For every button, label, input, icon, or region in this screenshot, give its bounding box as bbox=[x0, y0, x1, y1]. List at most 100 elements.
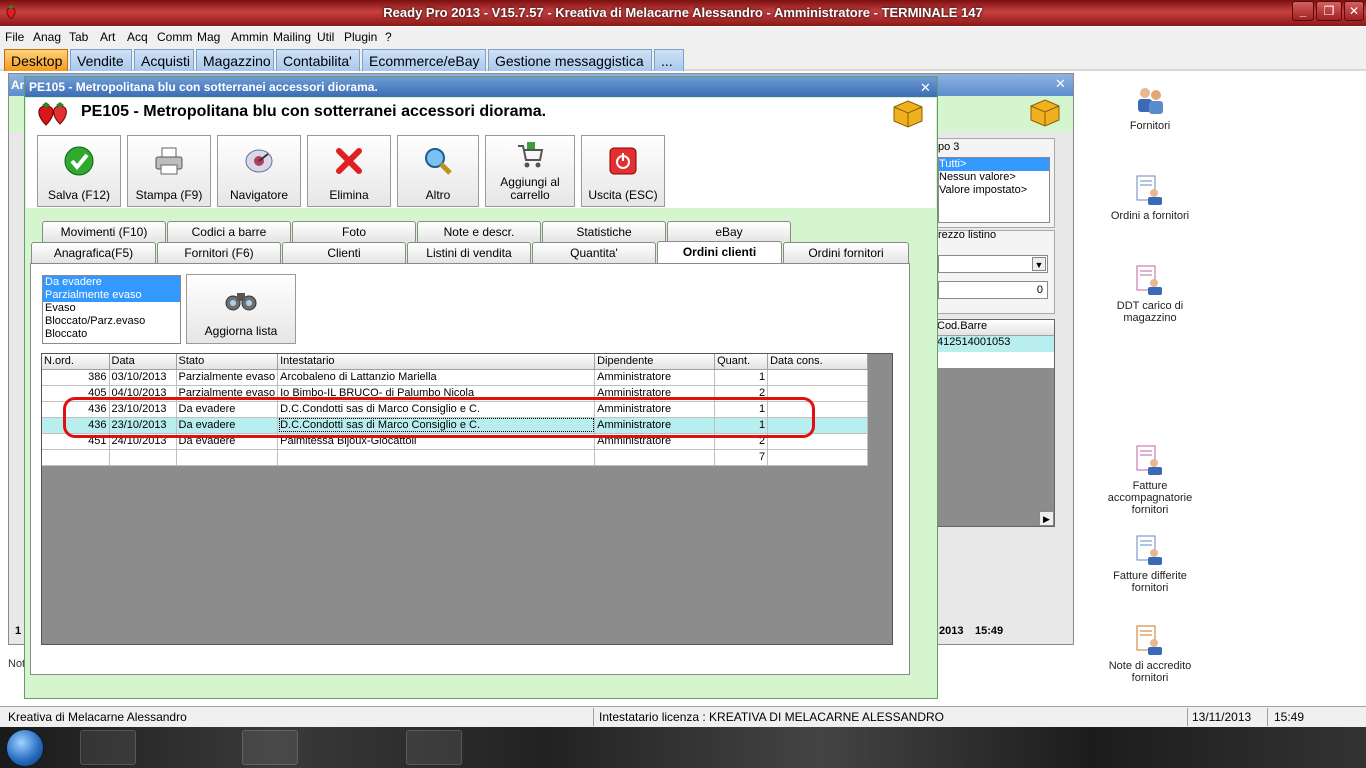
desktop-icon-fatture-accompagnatorie[interactable]: Fatture accompagnatorie fornitori bbox=[1095, 444, 1205, 516]
status-option[interactable]: Bloccato/Parz.evaso bbox=[43, 315, 180, 328]
start-button[interactable] bbox=[6, 729, 44, 767]
tab-movimenti[interactable]: Movimenti (F10) bbox=[42, 221, 166, 242]
group3-option[interactable]: Tutti> bbox=[939, 158, 1049, 171]
tab-vendite[interactable]: Vendite bbox=[70, 49, 132, 71]
taskbar-app[interactable] bbox=[242, 730, 298, 765]
background-window-close-icon[interactable]: ✕ bbox=[1055, 76, 1066, 92]
group3-option[interactable]: Nessun valore> bbox=[939, 171, 1049, 184]
column-header-stato[interactable]: Stato bbox=[176, 354, 279, 370]
print-button[interactable]: Stampa (F9) bbox=[127, 135, 211, 207]
column-header-quant[interactable]: Quant. bbox=[714, 354, 769, 370]
menu-ammin[interactable]: Ammin bbox=[231, 30, 268, 44]
table-row[interactable]: 386 03/10/2013 Parzialmente evaso Arcoba… bbox=[42, 369, 869, 386]
scroll-right-icon[interactable]: ▶ bbox=[1039, 511, 1054, 526]
tab-clienti[interactable]: Clienti bbox=[282, 242, 406, 263]
tab-foto[interactable]: Foto bbox=[292, 221, 416, 242]
navigator-button[interactable]: Navigatore bbox=[217, 135, 301, 207]
status-filter-list[interactable]: Da evadere Parzialmente evaso Evaso Bloc… bbox=[42, 275, 181, 344]
status-option[interactable]: Bloccato bbox=[43, 328, 180, 341]
menu-file[interactable]: File bbox=[5, 30, 24, 44]
product-window: PE105 - Metropolitana blu con sotterrane… bbox=[24, 76, 938, 699]
check-icon bbox=[64, 146, 94, 176]
background-window-title: Ar bbox=[11, 78, 25, 92]
tab-ebay[interactable]: eBay bbox=[667, 221, 791, 242]
delete-button[interactable]: Elimina bbox=[307, 135, 391, 207]
add-to-cart-button-label: Aggiungi al carrello bbox=[500, 175, 560, 202]
taskbar-app-readypro[interactable] bbox=[80, 730, 136, 765]
status-option[interactable]: Da evadere bbox=[43, 276, 180, 289]
tab-note-descr[interactable]: Note e descr. bbox=[417, 221, 541, 242]
save-button[interactable]: Salva (F12) bbox=[37, 135, 121, 207]
price-list-select[interactable]: ▼ bbox=[938, 255, 1048, 273]
column-header-nord[interactable]: N.ord. bbox=[42, 354, 110, 370]
column-header-intestatario[interactable]: Intestatario bbox=[277, 354, 596, 370]
desktop-icon-note-accredito[interactable]: Note di accredito fornitori bbox=[1095, 624, 1205, 684]
menu-acq[interactable]: Acq bbox=[127, 30, 148, 44]
refresh-list-button[interactable]: Aggiorna lista bbox=[186, 274, 296, 344]
menu-plugin[interactable]: Plugin bbox=[344, 30, 377, 44]
close-button[interactable]: ✕ bbox=[1344, 1, 1364, 21]
desktop-icon-ordini-fornitori[interactable]: Ordini a fornitori bbox=[1095, 174, 1205, 222]
chevron-down-icon[interactable]: ▼ bbox=[1032, 257, 1046, 271]
tab-anagrafica[interactable]: Anagrafica(F5) bbox=[31, 242, 156, 263]
cell-delivery-date[interactable] bbox=[767, 369, 869, 386]
maximize-button[interactable]: ❐ bbox=[1316, 1, 1342, 21]
column-header-data[interactable]: Data bbox=[109, 354, 177, 370]
tab-statistiche[interactable]: Statistiche bbox=[542, 221, 666, 242]
orders-panel: Da evadere Parzialmente evaso Evaso Bloc… bbox=[30, 263, 910, 675]
menu-tab[interactable]: Tab bbox=[69, 30, 88, 44]
minimize-button[interactable]: _ bbox=[1292, 1, 1314, 21]
system-tray[interactable] bbox=[1000, 735, 1340, 759]
tab-ordini-fornitori[interactable]: Ordini fornitori bbox=[783, 242, 909, 263]
background-window-left-strip bbox=[9, 151, 25, 621]
cell-order-number bbox=[42, 449, 110, 466]
tab-desktop[interactable]: Desktop bbox=[4, 49, 68, 71]
status-option[interactable]: Evaso bbox=[43, 302, 180, 315]
tab-listini-vendita[interactable]: Listini di vendita bbox=[407, 242, 531, 263]
main-tabs: Desktop Vendite Acquisti Magazzino Conta… bbox=[0, 47, 1366, 71]
tab-messaggistica[interactable]: Gestione messaggistica bbox=[488, 49, 652, 71]
group3-option[interactable]: Valore impostato> bbox=[939, 184, 1049, 197]
cell-customer[interactable]: Arcobaleno di Lattanzio Mariella bbox=[277, 369, 596, 386]
barcode-cell[interactable]: 412514001053 bbox=[934, 336, 1054, 352]
desktop-icon-fornitori[interactable]: Fornitori bbox=[1095, 84, 1205, 132]
menu-art[interactable]: Art bbox=[100, 30, 115, 44]
cell-date[interactable]: 03/10/2013 bbox=[109, 369, 177, 386]
price-value-field[interactable]: 0 bbox=[938, 281, 1048, 299]
status-option[interactable]: Parzialmente evaso bbox=[43, 289, 180, 302]
tab-codici-barre[interactable]: Codici a barre bbox=[167, 221, 291, 242]
product-window-close-icon[interactable]: ✕ bbox=[920, 80, 931, 96]
menu-util[interactable]: Util bbox=[317, 30, 334, 44]
column-header-data-cons[interactable]: Data cons. bbox=[767, 354, 869, 370]
menu-anag[interactable]: Anag bbox=[33, 30, 61, 44]
tab-contabilita[interactable]: Contabilita' bbox=[276, 49, 360, 71]
menu-comm[interactable]: Comm bbox=[157, 30, 192, 44]
column-header-dipendente[interactable]: Dipendente bbox=[594, 354, 716, 370]
add-to-cart-button[interactable]: Aggiungi al carrello bbox=[485, 135, 575, 207]
menu-help[interactable]: ? bbox=[385, 30, 392, 44]
cell-employee[interactable]: Amministratore bbox=[594, 369, 716, 386]
tab-fornitori[interactable]: Fornitori (F6) bbox=[157, 242, 281, 263]
status-time: 15:49 bbox=[1274, 710, 1305, 724]
other-button[interactable]: Altro bbox=[397, 135, 479, 207]
tab-magazzino[interactable]: Magazzino bbox=[196, 49, 274, 71]
tab-quantita[interactable]: Quantita' bbox=[532, 242, 656, 263]
cell-status[interactable]: Parzialmente evaso bbox=[176, 369, 279, 386]
desktop-icon-ddt[interactable]: DDT carico di magazzino bbox=[1095, 264, 1205, 324]
taskbar-app[interactable] bbox=[406, 730, 462, 765]
refresh-list-label: Aggiorna lista bbox=[204, 324, 278, 338]
group3-list[interactable]: Tutti> Nessun valore> Valore impostato> bbox=[938, 157, 1050, 223]
menu-mailing[interactable]: Mailing bbox=[273, 30, 311, 44]
delete-icon bbox=[336, 148, 362, 174]
tab-more[interactable]: ... bbox=[654, 49, 684, 71]
cell-quantity[interactable]: 1 bbox=[714, 369, 769, 386]
group3-label: po 3 bbox=[938, 141, 960, 153]
cell-order-number[interactable]: 386 bbox=[42, 369, 110, 386]
menu-mag[interactable]: Mag bbox=[197, 30, 220, 44]
desktop-icon-label: Fatture accompagnatorie fornitori bbox=[1107, 480, 1193, 516]
exit-button[interactable]: Uscita (ESC) bbox=[581, 135, 665, 207]
desktop-icon-fatture-differite[interactable]: Fatture differite fornitori bbox=[1095, 534, 1205, 594]
tab-ecommerce[interactable]: Ecommerce/eBay bbox=[362, 49, 486, 71]
tab-acquisti[interactable]: Acquisti bbox=[134, 49, 194, 71]
tab-ordini-clienti[interactable]: Ordini clienti bbox=[657, 241, 782, 264]
